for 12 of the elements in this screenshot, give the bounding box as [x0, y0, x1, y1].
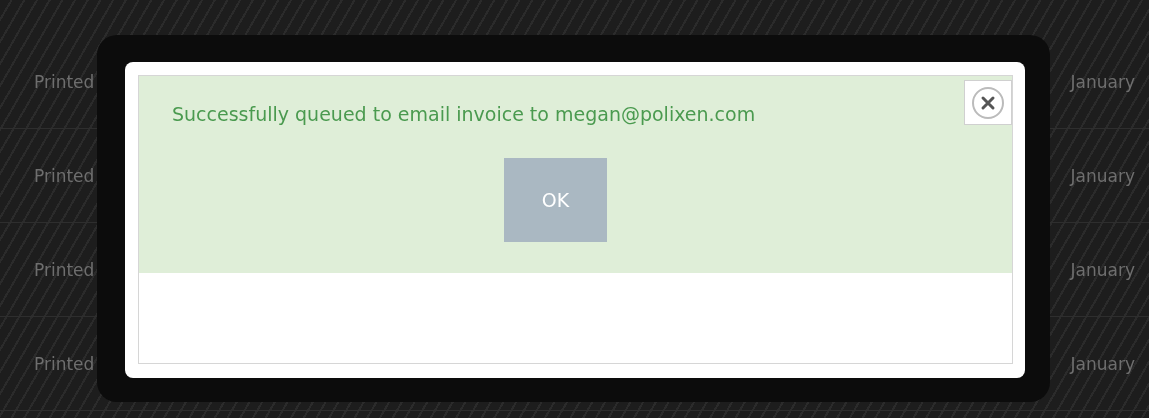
table-cell: January [1070, 71, 1135, 92]
table-cell: Printed [34, 353, 95, 374]
table-cell: Printed [34, 71, 95, 92]
table-cell: January [1070, 353, 1135, 374]
table-cell: January [1070, 259, 1135, 280]
close-button[interactable] [964, 80, 1012, 125]
close-icon [971, 85, 1005, 120]
ok-button[interactable]: OK [504, 158, 607, 242]
table-cell: Printed [34, 165, 95, 186]
success-message: Successfully queued to email invoice to megan@polixen.com [172, 103, 756, 125]
table-cell: January [1070, 165, 1135, 186]
table-cell: Printed [34, 259, 95, 280]
